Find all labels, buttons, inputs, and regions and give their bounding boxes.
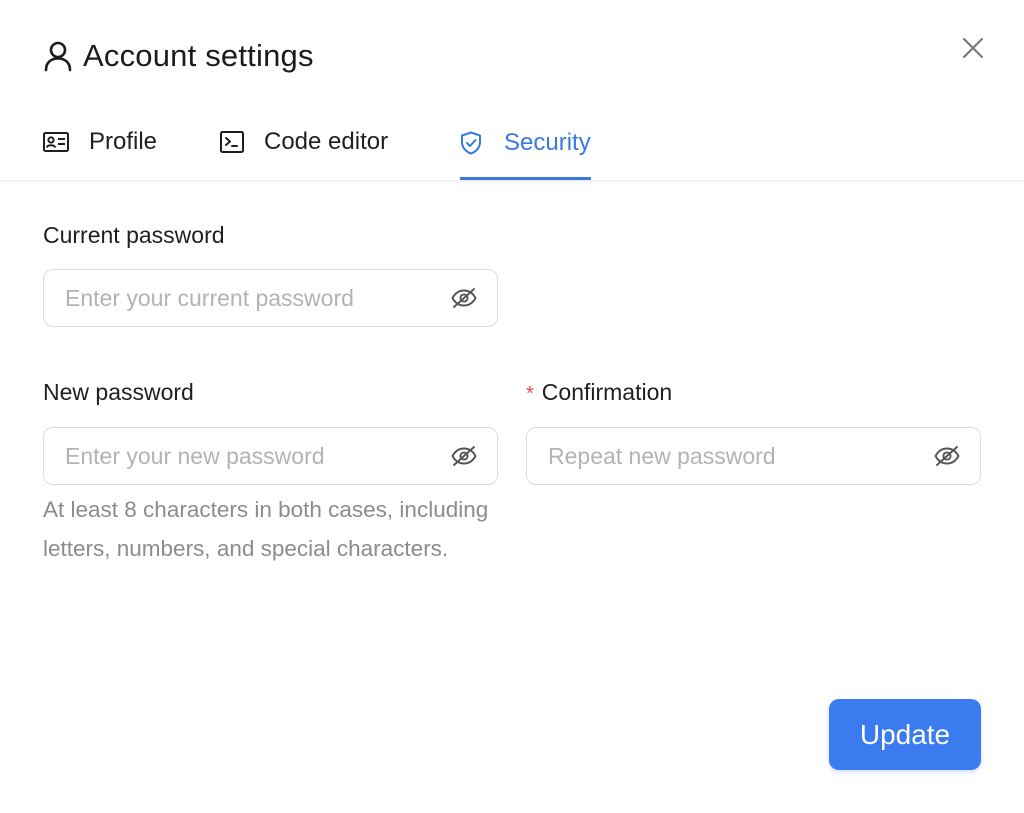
eye-off-icon[interactable] bbox=[449, 441, 479, 471]
confirmation-label-text: Confirmation bbox=[541, 379, 673, 405]
tab-code-editor[interactable]: Code editor bbox=[220, 108, 388, 178]
confirmation-input[interactable] bbox=[527, 428, 932, 484]
close-button[interactable] bbox=[958, 33, 988, 63]
account-settings-dialog: Account settings Profile Code editor Sec… bbox=[0, 0, 1024, 813]
dialog-title: Account settings bbox=[83, 38, 314, 73]
settings-tabs: Profile Code editor Security bbox=[0, 108, 1024, 181]
new-password-label: New password bbox=[43, 379, 194, 405]
new-password-field bbox=[43, 427, 498, 485]
dialog-header: Account settings bbox=[43, 38, 314, 74]
close-icon bbox=[962, 37, 984, 59]
user-icon bbox=[43, 40, 73, 72]
confirmation-field bbox=[526, 427, 981, 485]
tab-label: Code editor bbox=[264, 128, 389, 155]
confirmation-label: * Confirmation bbox=[526, 379, 672, 406]
password-hint: At least 8 characters in both cases, inc… bbox=[43, 497, 489, 561]
required-mark: * bbox=[526, 383, 534, 405]
current-password-field bbox=[43, 269, 498, 327]
id-card-icon bbox=[43, 132, 69, 152]
current-password-label: Current password bbox=[43, 222, 225, 248]
shield-check-icon bbox=[460, 131, 482, 155]
eye-off-icon[interactable] bbox=[449, 283, 479, 313]
current-password-input[interactable] bbox=[44, 270, 449, 326]
tab-security[interactable]: Security bbox=[460, 108, 591, 180]
new-password-input[interactable] bbox=[44, 428, 449, 484]
update-button[interactable]: Update bbox=[829, 699, 981, 770]
tab-label: Profile bbox=[89, 128, 158, 155]
tab-profile[interactable]: Profile bbox=[43, 108, 157, 178]
terminal-icon bbox=[220, 131, 244, 153]
tab-label: Security bbox=[504, 128, 591, 156]
eye-off-icon[interactable] bbox=[932, 441, 962, 471]
